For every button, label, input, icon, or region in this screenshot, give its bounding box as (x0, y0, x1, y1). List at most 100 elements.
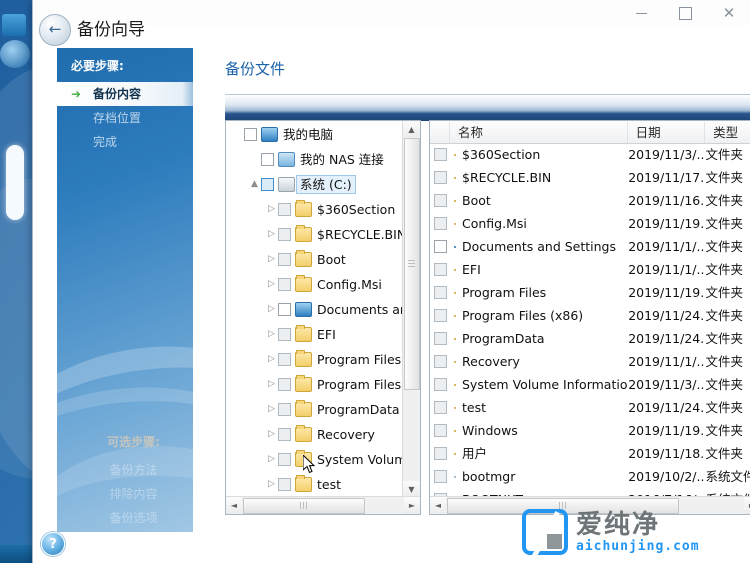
scrollbar-thumb[interactable] (243, 498, 365, 514)
tree-vertical-scrollbar[interactable]: ▲ ▼ (402, 121, 420, 497)
expander-collapsed-icon[interactable]: ▷ (266, 397, 277, 422)
tree-node-checkbox[interactable] (278, 478, 291, 491)
file-list[interactable]: $360Section 2019/11/3/... 文件夹 $RECYCLE.BIN 2… (430, 143, 750, 497)
file-row-checkbox[interactable] (433, 263, 447, 276)
tree-node-checkbox[interactable] (278, 328, 291, 341)
tree-node[interactable]: ▷ Documents and S (226, 296, 420, 321)
folder-tree[interactable]: 我的电脑 我的 NAS 连接 ▲ 系统 (C:) ▷ $360Section ▷ $RECYC… (226, 121, 420, 497)
tree-node-checkbox[interactable] (278, 253, 291, 266)
expander-collapsed-icon[interactable]: ▷ (266, 422, 277, 447)
expander-collapsed-icon[interactable]: ▷ (266, 247, 277, 272)
tree-node-checkbox[interactable] (261, 153, 274, 166)
tree-node[interactable]: ▲ 系统 (C:) (226, 171, 420, 196)
expander-collapsed-icon[interactable]: ▷ (266, 447, 277, 472)
help-button[interactable]: ? (41, 532, 65, 556)
scroll-right-icon[interactable]: ► (744, 497, 750, 514)
sidebar-step-backup-options[interactable]: 备份选项 (57, 506, 210, 530)
file-type: 系统文件 (705, 469, 750, 484)
tree-horizontal-scrollbar[interactable]: ◄ ► (226, 496, 420, 514)
file-list-row[interactable]: 用户 2019/11/18... 文件夹 (430, 442, 750, 465)
tree-node[interactable]: ▷ $RECYCLE.BIN (226, 221, 420, 246)
tree-node-checkbox[interactable] (278, 353, 291, 366)
scrollbar-thumb[interactable] (404, 138, 420, 390)
tree-node-label: ProgramData (317, 402, 400, 417)
back-button[interactable]: ← (39, 14, 71, 46)
tree-node[interactable]: ▷ EFI (226, 321, 420, 346)
sidebar-step-exclusions[interactable]: 排除内容 (57, 482, 210, 506)
scroll-down-icon[interactable]: ▼ (403, 481, 420, 497)
tree-node[interactable]: ▷ Boot (226, 246, 420, 271)
file-list-row[interactable]: Documents and Settings 2019/11/1/... 文件夹 (430, 235, 750, 258)
file-row-checkbox[interactable] (433, 286, 447, 299)
tree-node[interactable]: 我的电脑 (226, 121, 420, 146)
file-list-row[interactable]: ProgramData 2019/11/24... 文件夹 (430, 327, 750, 350)
file-row-checkbox[interactable] (433, 148, 447, 161)
file-row-checkbox[interactable] (433, 194, 447, 207)
expander-collapsed-icon[interactable]: ▷ (266, 472, 277, 497)
file-row-checkbox[interactable] (433, 401, 447, 414)
expander-collapsed-icon[interactable]: ▷ (266, 222, 277, 247)
tree-node-label: EFI (317, 327, 336, 342)
tree-node-checkbox[interactable] (278, 403, 291, 416)
tree-node-checkbox[interactable] (278, 278, 291, 291)
tree-node[interactable]: ▷ Config.Msi (226, 271, 420, 296)
expander-collapsed-icon[interactable]: ▷ (266, 372, 277, 397)
file-list-row[interactable]: Recovery 2019/11/1/... 文件夹 (430, 350, 750, 373)
file-list-row[interactable]: Program Files (x86) 2019/11/24... 文件夹 (430, 304, 750, 327)
file-list-row[interactable]: $360Section 2019/11/3/... 文件夹 (430, 143, 750, 166)
column-header-name[interactable]: 名称 (450, 121, 628, 143)
expander-expanded-icon[interactable]: ▲ (249, 172, 260, 197)
tree-node[interactable]: ▷System Volume Infor (226, 446, 420, 471)
file-row-checkbox[interactable] (433, 378, 447, 391)
scroll-left-icon[interactable]: ◄ (226, 497, 242, 514)
tree-node[interactable]: ▷ $360Section (226, 196, 420, 221)
tree-node[interactable]: ▷Program Files (x86 (226, 371, 420, 396)
file-list-row[interactable]: $RECYCLE.BIN 2019/11/17... 文件夹 (430, 166, 750, 189)
tree-node-checkbox[interactable] (244, 128, 257, 141)
file-row-checkbox[interactable] (433, 355, 447, 368)
tree-node[interactable]: ▷ ProgramData (226, 396, 420, 421)
sidebar-step-backup-method[interactable]: 备份方法 (57, 458, 210, 482)
sidebar-step-finish[interactable]: 完成 (57, 130, 210, 154)
file-row-checkbox[interactable] (433, 217, 447, 230)
sidebar-step-optional-finish[interactable]: 完成 (57, 530, 210, 532)
expander-collapsed-icon[interactable]: ▷ (266, 197, 277, 222)
sidebar-step-archive-location[interactable]: 存档位置 (57, 106, 210, 130)
tree-node-checkbox[interactable] (278, 453, 291, 466)
tree-node[interactable]: 我的 NAS 连接 (226, 146, 420, 171)
file-list-row[interactable]: EFI 2019/11/1/... 文件夹 (430, 258, 750, 281)
column-header-date[interactable]: 日期 (628, 121, 706, 143)
tree-node-checkbox[interactable] (278, 428, 291, 441)
file-list-row[interactable]: Windows 2019/11/19... 文件夹 (430, 419, 750, 442)
file-row-checkbox[interactable] (433, 424, 447, 437)
expander-collapsed-icon[interactable]: ▷ (266, 297, 277, 322)
tree-node[interactable]: ▷ test (226, 471, 420, 496)
sidebar-step-backup-content[interactable]: ➜ 备份内容 (57, 82, 210, 106)
file-row-checkbox[interactable] (433, 470, 447, 483)
scroll-up-icon[interactable]: ▲ (403, 121, 420, 137)
column-header-type[interactable]: 类型 (705, 122, 750, 143)
file-list-row[interactable]: Config.Msi 2019/11/19... 文件夹 (430, 212, 750, 235)
scroll-right-icon[interactable]: ► (404, 497, 420, 514)
file-row-checkbox[interactable] (433, 171, 447, 184)
tree-node[interactable]: ▷ Program Files (226, 346, 420, 371)
file-list-row[interactable]: Program Files 2019/11/19... 文件夹 (430, 281, 750, 304)
expander-collapsed-icon[interactable]: ▷ (266, 322, 277, 347)
tree-node-checkbox[interactable] (278, 228, 291, 241)
tree-node-checkbox[interactable] (261, 178, 274, 191)
file-list-row[interactable]: System Volume Information 2019/11/3/... 文件… (430, 373, 750, 396)
expander-collapsed-icon[interactable]: ▷ (266, 272, 277, 297)
tree-node-checkbox[interactable] (278, 378, 291, 391)
file-list-row[interactable]: Boot 2019/11/16... 文件夹 (430, 189, 750, 212)
tree-node[interactable]: ▷ Recovery (226, 421, 420, 446)
expander-collapsed-icon[interactable]: ▷ (266, 347, 277, 372)
file-list-row[interactable]: test 2019/11/24... 文件夹 (430, 396, 750, 419)
scroll-left-icon[interactable]: ◄ (430, 497, 446, 514)
file-row-checkbox[interactable] (433, 240, 447, 253)
file-row-checkbox[interactable] (433, 332, 447, 345)
file-list-row[interactable]: bootmgr 2019/10/2/...系统文件 (430, 465, 750, 488)
tree-node-checkbox[interactable] (278, 203, 291, 216)
file-row-checkbox[interactable] (433, 309, 447, 322)
file-row-checkbox[interactable] (433, 447, 447, 460)
tree-node-checkbox[interactable] (278, 303, 291, 316)
